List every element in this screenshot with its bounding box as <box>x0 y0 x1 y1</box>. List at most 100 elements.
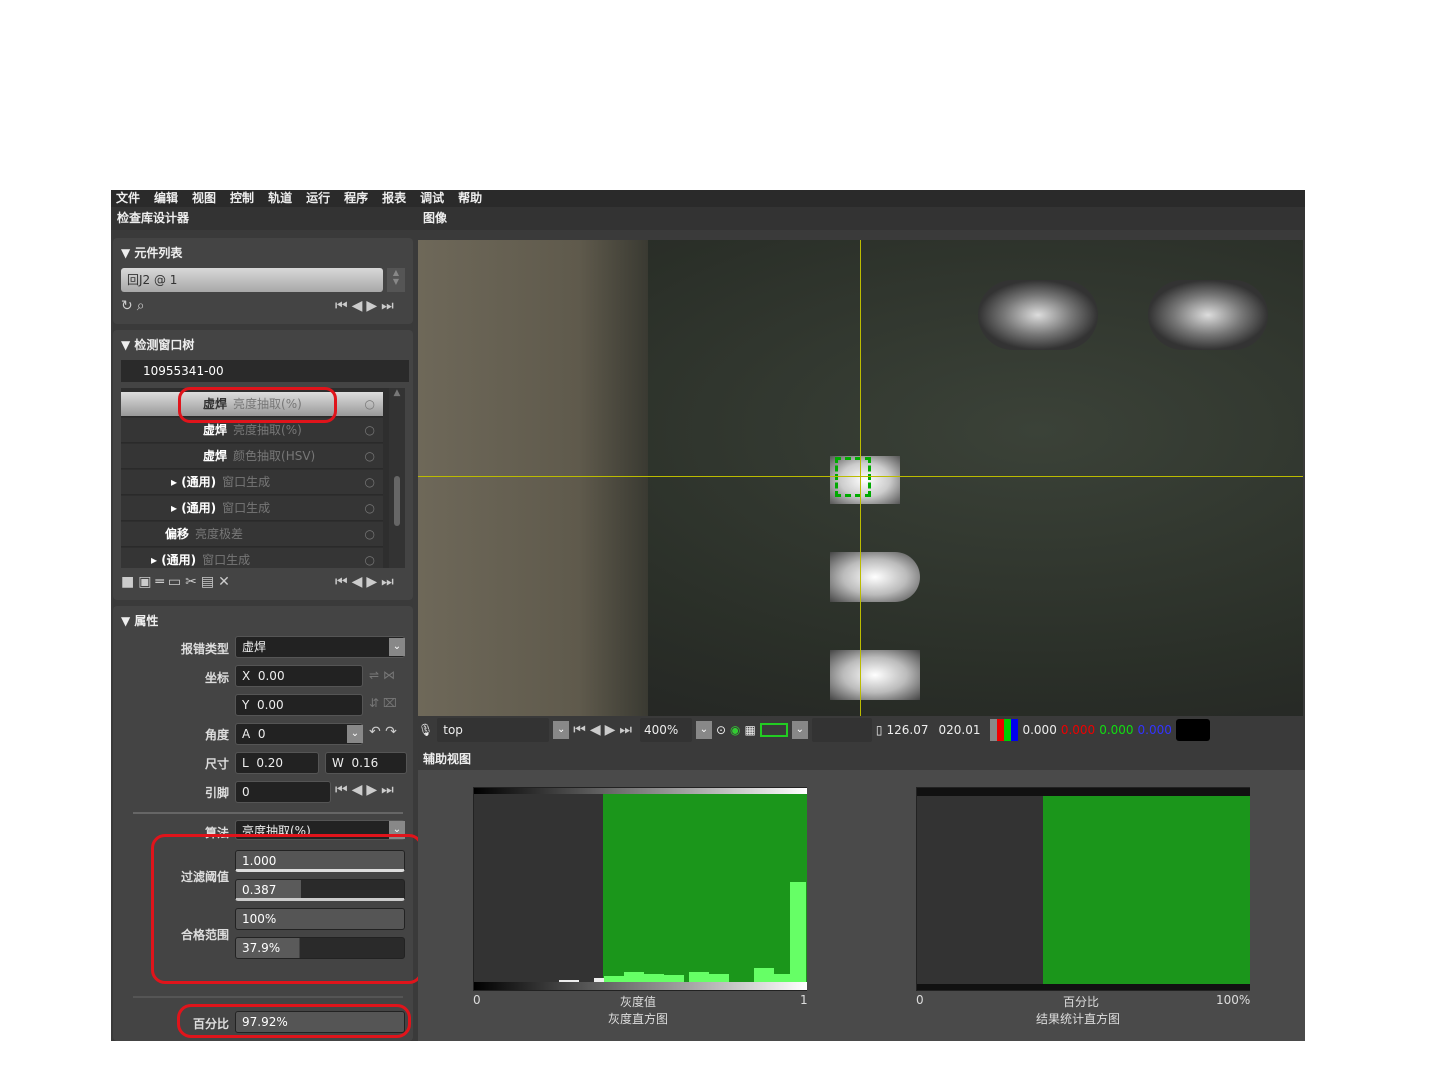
menu-control[interactable]: 控制 <box>230 190 254 207</box>
rgb-icon <box>990 719 1019 741</box>
tree-edit-buttons[interactable]: ■▣═▭✂▤✕ <box>121 574 234 590</box>
x-field[interactable]: X 0.00 <box>235 665 363 687</box>
row-name: 偏移 <box>165 527 190 541</box>
target-icon[interactable]: ⊙ <box>716 723 726 737</box>
image-toolbar: 🎙 top ⌄ ⏮◀▶⏭ 400% ⌄ ⊙ ◉ ▦ ⌄ ▯ 126.07 020… <box>418 716 1305 744</box>
y-field[interactable]: Y 0.00 <box>235 694 363 716</box>
menu-view[interactable]: 视图 <box>192 190 216 207</box>
hist1-min: 0 <box>473 993 481 1007</box>
view-select[interactable]: top <box>437 718 550 742</box>
grid-icon[interactable]: ▦ <box>745 723 756 737</box>
pin-field[interactable]: 0 <box>235 781 331 803</box>
menu-run[interactable]: 运行 <box>306 190 330 207</box>
pass-range <box>1043 796 1250 984</box>
chevron-down-icon[interactable]: ⌄ <box>389 638 405 656</box>
histogram-bar <box>689 972 709 982</box>
tree-scrollbar[interactable]: ▲ <box>389 388 405 568</box>
refresh-icon[interactable]: ↻⌕ <box>121 298 149 314</box>
color-box-icon[interactable] <box>759 723 788 737</box>
aux-view-title: 辅助视图 <box>423 752 472 766</box>
zoom-select[interactable]: 400% <box>639 718 692 742</box>
aux-view-panel: 0 1 灰度值 灰度直方图 0 100% 百分比 结果统计直方图 <box>418 770 1305 1041</box>
menu-report[interactable]: 报表 <box>382 190 406 207</box>
board-edge <box>418 240 648 716</box>
tree-row[interactable]: ▸ (通用) 窗口生成 ○ <box>121 496 383 521</box>
tree-row[interactable]: 虚焊 颜色抽取(HSV) ○ <box>121 444 383 469</box>
title-bar: 检查库设计器 图像 <box>111 207 1305 230</box>
image-title: 图像 <box>423 211 448 225</box>
gray-scale-bar <box>474 982 807 990</box>
menu-edit[interactable]: 编辑 <box>154 190 178 207</box>
histogram-bar <box>754 968 774 982</box>
chevron-down-icon[interactable]: ⌄ <box>553 721 570 739</box>
histogram-bar <box>644 974 664 982</box>
ruler-icon: ▯ <box>875 723 883 737</box>
tree-row[interactable]: 偏移 亮度极差 ○ <box>121 522 383 547</box>
menu-program[interactable]: 程序 <box>344 190 368 207</box>
tree-nav-buttons[interactable]: ⏮◀▶⏭ <box>335 574 398 590</box>
x-value: 0.00 <box>257 669 285 683</box>
threshold-range <box>603 794 807 982</box>
tree-row[interactable]: ▸ (通用) 窗口生成 ○ <box>121 470 383 495</box>
size-label: 尺寸 <box>204 757 229 771</box>
width-field[interactable]: W 0.16 <box>325 752 407 774</box>
component-scroll[interactable]: ▲ ▼ <box>387 268 405 292</box>
length-value: 0.20 <box>256 756 284 770</box>
component-list-header[interactable]: ▼ 元件列表 <box>121 244 182 261</box>
hist2-max: 100% <box>1216 993 1251 1007</box>
crosshair-vertical <box>860 240 861 716</box>
menu-help[interactable]: 帮助 <box>458 190 482 207</box>
solder-pad <box>830 650 920 700</box>
solder-pad <box>830 552 920 602</box>
divider <box>133 996 403 998</box>
histogram-bar <box>624 972 644 982</box>
annotation-highlight <box>177 1004 411 1038</box>
length-field[interactable]: L 0.20 <box>235 752 319 774</box>
image-nav-buttons[interactable]: ⏮◀▶⏭ <box>573 722 636 738</box>
hist1-title: 灰度直方图 <box>608 1012 669 1026</box>
angle-value: 0 <box>257 727 266 741</box>
menu-file[interactable]: 文件 <box>116 190 140 207</box>
chevron-down-icon[interactable]: ⌄ <box>347 725 363 743</box>
detection-window[interactable] <box>835 457 871 497</box>
angle-field[interactable]: A 0 <box>235 723 363 745</box>
program-id: 10955341-00 <box>121 360 409 382</box>
green-value: 0.000 <box>1099 723 1134 737</box>
app-window: 文件 编辑 视图 控制 轨道 运行 程序 报表 调试 帮助 检查库设计器 图像 … <box>111 190 1305 1041</box>
designer-title: 检查库设计器 <box>117 211 190 225</box>
row-algo: 亮度极差 <box>195 527 244 541</box>
chevron-down-icon[interactable]: ⌄ <box>791 721 808 739</box>
component-select[interactable]: 回J2 @ 1 <box>121 268 383 292</box>
menu-debug[interactable]: 调试 <box>420 190 444 207</box>
menu-bar: 文件 编辑 视图 控制 轨道 运行 程序 报表 调试 帮助 <box>111 190 1305 207</box>
row-name: ▸ (通用) <box>171 501 217 515</box>
component-nav-buttons[interactable]: ⏮◀▶⏭ <box>335 298 398 314</box>
crosshair-horizontal <box>418 476 1303 477</box>
align-icons[interactable]: ⇌ ⋈ ⇵ ⌧ <box>369 668 397 710</box>
menu-track[interactable]: 轨道 <box>268 190 292 207</box>
inspection-image[interactable] <box>418 240 1303 716</box>
row-name: ▸ (通用) <box>151 553 197 567</box>
coord-x: 126.07 <box>886 723 929 737</box>
properties-header[interactable]: ▼ 属性 <box>121 612 158 629</box>
eye-icon[interactable]: ◉ <box>730 723 740 737</box>
red-value: 0.000 <box>1060 723 1096 737</box>
divider <box>133 812 403 814</box>
gray-scale-bar <box>474 788 807 794</box>
chevron-down-icon[interactable]: ⌄ <box>695 721 712 739</box>
top-bar <box>917 788 1250 796</box>
rotate-icons[interactable]: ↶ ↷ <box>369 724 397 740</box>
width-value: 0.16 <box>351 756 379 770</box>
histogram-bar <box>790 882 806 982</box>
defect-type-select[interactable]: 虚焊 <box>235 636 405 658</box>
window-tree-header[interactable]: ▼ 检测窗口树 <box>121 336 194 353</box>
row-name: 虚焊 <box>203 449 228 463</box>
tree-row[interactable]: ▸ (通用) 窗口生成 ○ <box>121 548 383 568</box>
blank-field <box>811 718 872 742</box>
component-list-panel: ▼ 元件列表 回J2 @ 1 ▲ ▼ ↻⌕ ⏮◀▶⏭ <box>113 238 413 324</box>
hist2-xlabel: 百分比 <box>1063 995 1100 1009</box>
coord-label: 坐标 <box>204 671 229 685</box>
histogram-bar <box>664 975 684 982</box>
pin-nav-buttons[interactable]: ⏮◀▶⏭ <box>335 782 398 798</box>
microphone-icon[interactable]: 🎙 <box>418 723 433 737</box>
